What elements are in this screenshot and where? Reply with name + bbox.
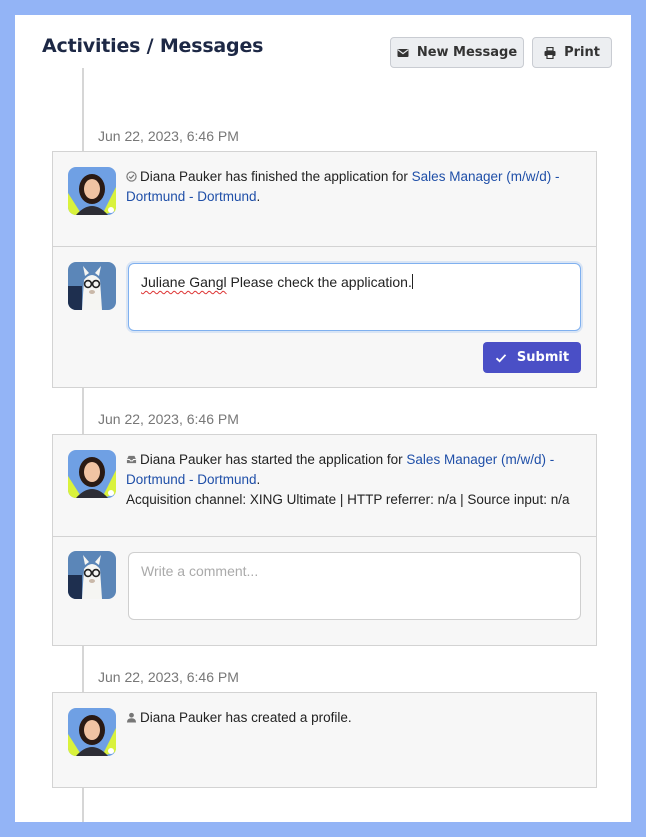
activity-card: Diana Pauker has created a profile.	[52, 692, 597, 788]
activity-message: Diana Pauker has created a profile.	[140, 710, 352, 725]
new-message-label: New Message	[416, 45, 518, 60]
avatar	[68, 262, 116, 310]
activity-card: Diana Pauker has started the application…	[52, 434, 597, 646]
activity-text: Diana Pauker has started the application…	[126, 450, 581, 510]
comment-entry: Juliane Gangl Please check the applicati…	[53, 246, 596, 388]
activity-text: Diana Pauker has created a profile.	[126, 708, 581, 728]
activity-entry: Diana Pauker has created a profile.	[53, 693, 596, 787]
activities-panel: Activities / Messages New Message Print …	[15, 15, 631, 822]
check-circle-icon	[126, 171, 137, 182]
activity-text: Diana Pauker has finished the applicatio…	[126, 167, 581, 207]
print-label: Print	[564, 45, 600, 60]
activity-card: Diana Pauker has finished the applicatio…	[52, 151, 597, 388]
checkmark-icon	[495, 353, 507, 362]
avatar	[68, 167, 116, 215]
avatar	[68, 551, 116, 599]
submit-label: Submit	[516, 350, 570, 365]
acquisition-info: Acquisition channel: XING Ultimate | HTT…	[126, 492, 570, 507]
user-icon	[126, 712, 137, 723]
submit-button[interactable]: Submit	[483, 342, 581, 373]
envelope-icon	[397, 48, 409, 57]
comment-input[interactable]: Write a comment...	[128, 552, 581, 620]
inbox-icon	[126, 455, 137, 464]
activity-date: Jun 22, 2023, 6:46 PM	[98, 128, 239, 144]
print-button[interactable]: Print	[532, 37, 612, 68]
comment-entry: Write a comment...	[53, 536, 596, 646]
page-title: Activities / Messages	[42, 35, 264, 57]
activity-message: Diana Pauker has started the application…	[140, 452, 407, 467]
activity-message-end: .	[256, 472, 261, 487]
avatar	[68, 708, 116, 756]
text-caret	[411, 274, 413, 289]
mention-user: Juliane Gangl	[141, 274, 227, 290]
activity-date: Jun 22, 2023, 6:46 PM	[98, 411, 239, 427]
activity-message-end: .	[256, 189, 261, 204]
activity-entry: Diana Pauker has started the application…	[53, 435, 596, 536]
comment-placeholder: Write a comment...	[141, 563, 259, 579]
new-message-button[interactable]: New Message	[390, 37, 524, 68]
comment-text: Please check the application.	[226, 274, 412, 290]
comment-input[interactable]: Juliane Gangl Please check the applicati…	[128, 263, 581, 331]
avatar	[68, 450, 116, 498]
activity-message: Diana Pauker has finished the applicatio…	[140, 169, 412, 184]
printer-icon	[544, 46, 556, 59]
activity-entry: Diana Pauker has finished the applicatio…	[53, 152, 596, 246]
activity-date: Jun 22, 2023, 6:46 PM	[98, 669, 239, 685]
